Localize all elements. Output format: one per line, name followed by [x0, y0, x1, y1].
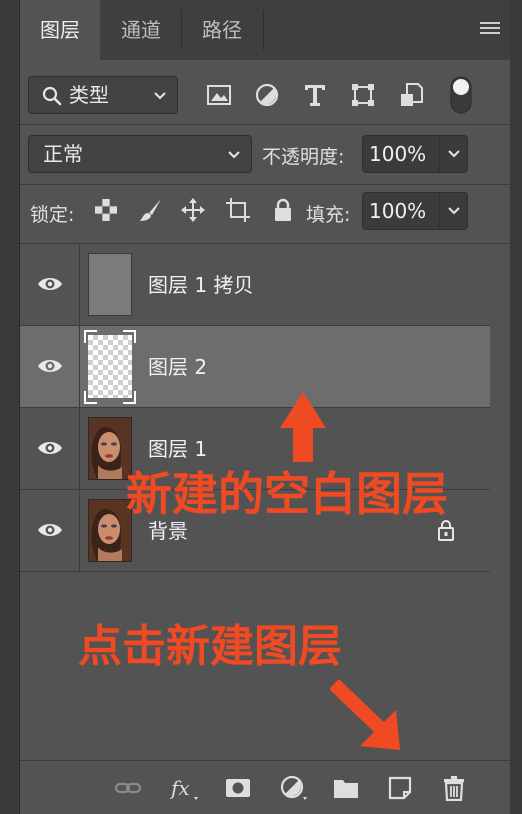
link-layers-icon[interactable]	[114, 775, 142, 801]
panel-tab-bar: 图层 通道 路径	[20, 0, 510, 60]
divider	[20, 184, 510, 185]
search-icon	[42, 86, 62, 106]
fill-value: 100%	[369, 199, 427, 223]
eye-icon	[38, 524, 62, 536]
visibility-toggle[interactable]	[20, 408, 80, 489]
eye-icon	[38, 442, 62, 454]
layer-style-icon[interactable]: fx	[170, 775, 198, 801]
right-scrollbar[interactable]	[510, 0, 522, 814]
tab-paths[interactable]: 路径	[182, 0, 262, 60]
visibility-toggle[interactable]	[20, 244, 80, 325]
annotation-up-arrow	[280, 392, 326, 462]
annotation-click-new-layer: 点击新建图层	[78, 621, 342, 672]
eye-icon	[38, 278, 62, 290]
annotation-down-arrow	[330, 680, 400, 750]
chevron-down-icon	[228, 151, 240, 159]
tab-channels[interactable]: 通道	[101, 0, 181, 60]
image-filter-icon[interactable]	[206, 82, 232, 108]
selected-thumbnail-brackets	[84, 330, 136, 404]
layer-name[interactable]: 图层 1 拷贝	[148, 244, 253, 326]
opacity-value: 100%	[369, 142, 427, 166]
fill-dropdown[interactable]	[439, 193, 467, 229]
lock-icon[interactable]	[436, 519, 456, 541]
visibility-toggle[interactable]	[20, 326, 80, 407]
filter-kind-label: 类型	[69, 83, 109, 107]
layers-bottom-toolbar: fx	[20, 760, 510, 814]
svg-text:fx: fx	[170, 776, 190, 800]
add-mask-icon[interactable]	[224, 775, 252, 801]
smart-object-filter-icon[interactable]	[398, 82, 424, 108]
shape-filter-icon[interactable]	[350, 82, 376, 108]
fill-label: 填充:	[306, 204, 351, 226]
tab-layers[interactable]: 图层	[20, 0, 100, 60]
lock-artboard-icon[interactable]	[225, 197, 251, 223]
opacity-dropdown[interactable]	[439, 136, 467, 172]
chevron-down-icon	[448, 207, 460, 215]
adjustment-filter-icon[interactable]	[254, 82, 280, 108]
left-dock-edge	[0, 0, 20, 814]
layer-name[interactable]: 图层 2	[148, 326, 207, 408]
lock-label: 锁定:	[30, 204, 75, 226]
new-group-icon[interactable]	[332, 775, 360, 801]
layers-panel: 图层 通道 路径 类型 正常 不透明度: 100% 锁定: 填充: 100% 图…	[20, 0, 510, 814]
lock-position-icon[interactable]	[180, 197, 206, 223]
blend-mode-select[interactable]: 正常	[28, 135, 252, 173]
delete-layer-icon[interactable]	[440, 775, 468, 801]
lock-all-icon[interactable]	[270, 197, 296, 223]
panel-menu-icon[interactable]	[480, 22, 500, 36]
lock-transparency-icon[interactable]	[93, 197, 119, 223]
layer-thumbnail	[88, 253, 132, 316]
opacity-field[interactable]: 100%	[362, 135, 468, 173]
new-layer-icon[interactable]	[386, 775, 414, 801]
filter-toggle-icon[interactable]	[450, 76, 472, 114]
lock-pixels-icon[interactable]	[138, 197, 164, 223]
adjustment-layer-icon[interactable]	[279, 775, 307, 801]
fill-field[interactable]: 100%	[362, 192, 468, 230]
opacity-label: 不透明度:	[262, 146, 345, 168]
blend-mode-value: 正常	[43, 142, 83, 166]
chevron-down-icon	[154, 92, 166, 100]
layer-row-layer2[interactable]: 图层 2	[20, 326, 490, 408]
layer-filter-select[interactable]: 类型	[28, 76, 178, 114]
visibility-toggle[interactable]	[20, 490, 80, 571]
eye-icon	[38, 360, 62, 372]
tab-divider	[263, 10, 264, 50]
chevron-down-icon	[448, 150, 460, 158]
annotation-new-blank-layer: 新建的空白图层	[126, 467, 448, 521]
divider	[20, 124, 510, 125]
type-filter-icon[interactable]	[302, 82, 328, 108]
layer-row-layer1-copy[interactable]: 图层 1 拷贝	[20, 244, 490, 326]
